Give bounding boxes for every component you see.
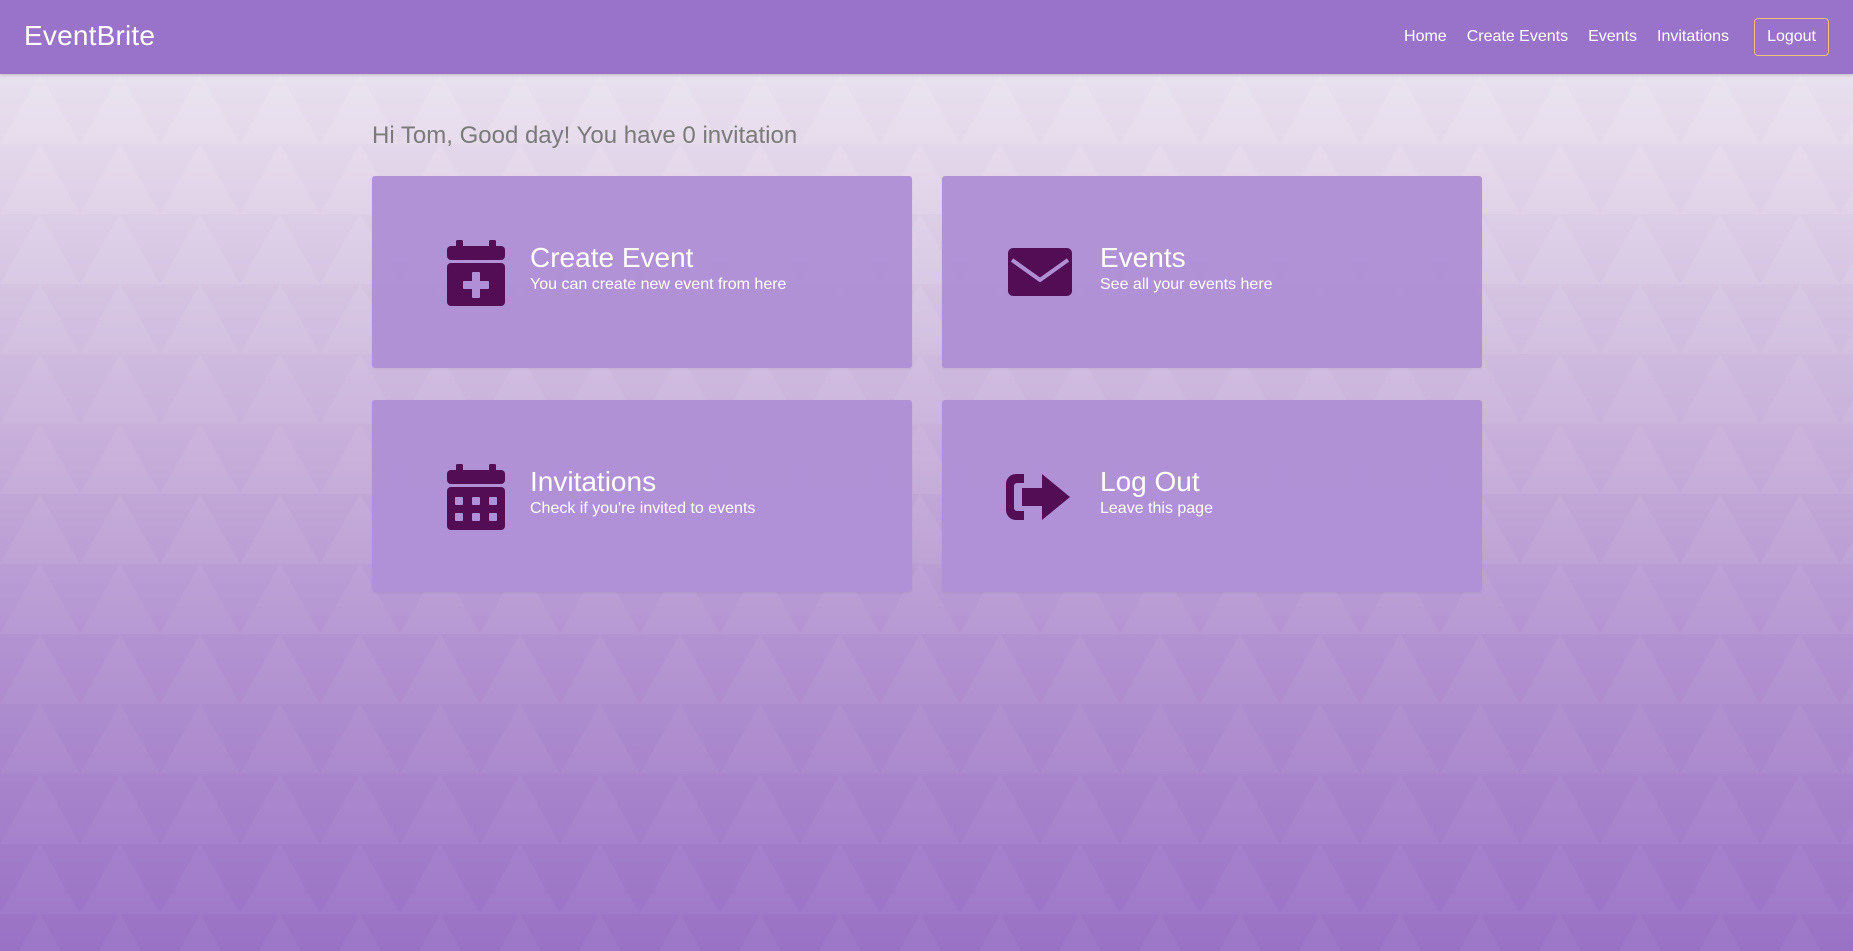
calendar-icon [442, 462, 512, 532]
nav-invitations[interactable]: Invitations [1657, 18, 1729, 56]
logout-card[interactable]: Log Out Leave this page [942, 400, 1482, 592]
top-navbar: EventBrite Home Create Events Events Inv… [0, 0, 1853, 74]
card-title: Invitations [530, 466, 657, 497]
nav-events[interactable]: Events [1588, 18, 1637, 56]
events-card[interactable]: Events See all your events here [942, 176, 1482, 368]
nav-home[interactable]: Home [1404, 18, 1447, 56]
card-title: Events [1100, 242, 1186, 273]
card-subtitle: You can create new event from here [530, 276, 787, 293]
sign-out-icon [1004, 470, 1074, 540]
background-pattern [0, 74, 1853, 951]
card-title: Log Out [1100, 466, 1200, 497]
envelope-icon [1006, 246, 1076, 316]
card-subtitle: Leave this page [1100, 500, 1213, 517]
create-event-card[interactable]: Create Event You can create new event fr… [372, 176, 912, 368]
card-subtitle: See all your events here [1100, 276, 1273, 293]
card-title: Create Event [530, 242, 694, 273]
nav-create-events[interactable]: Create Events [1467, 18, 1568, 56]
invitations-card[interactable]: Invitations Check if you're invited to e… [372, 400, 912, 592]
logout-button[interactable]: Logout [1754, 18, 1829, 56]
calendar-plus-icon [442, 238, 512, 308]
nav-links: Home Create Events Events Invitations Lo… [1384, 18, 1829, 56]
card-subtitle: Check if you're invited to events [530, 500, 756, 517]
greeting-text: Hi Tom, Good day! You have 0 invitation [372, 122, 798, 149]
brand-logo[interactable]: EventBrite [24, 20, 155, 52]
